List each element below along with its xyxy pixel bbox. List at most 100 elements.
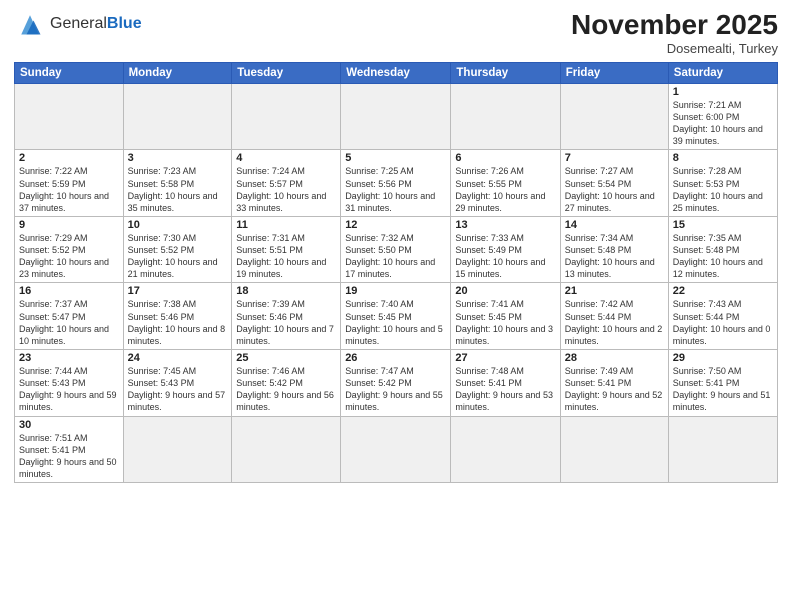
day-number: 15: [673, 219, 773, 231]
day-number: 5: [345, 152, 446, 164]
day-number: 2: [19, 152, 119, 164]
day-number: 3: [128, 152, 228, 164]
calendar-cell: 3Sunrise: 7:23 AM Sunset: 5:58 PM Daylig…: [123, 150, 232, 217]
calendar-cell: [232, 416, 341, 483]
day-number: 24: [128, 352, 228, 364]
day-info: Sunrise: 7:31 AM Sunset: 5:51 PM Dayligh…: [236, 232, 336, 281]
day-number: 11: [236, 219, 336, 231]
page: GeneralBlue November 2025 Dosemealti, Tu…: [0, 0, 792, 612]
day-info: Sunrise: 7:51 AM Sunset: 5:41 PM Dayligh…: [19, 432, 119, 481]
calendar-cell: 4Sunrise: 7:24 AM Sunset: 5:57 PM Daylig…: [232, 150, 341, 217]
day-info: Sunrise: 7:26 AM Sunset: 5:55 PM Dayligh…: [455, 165, 555, 214]
day-info: Sunrise: 7:43 AM Sunset: 5:44 PM Dayligh…: [673, 298, 773, 347]
calendar-cell: 17Sunrise: 7:38 AM Sunset: 5:46 PM Dayli…: [123, 283, 232, 350]
day-number: 23: [19, 352, 119, 364]
location-subtitle: Dosemealti, Turkey: [571, 41, 778, 56]
day-info: Sunrise: 7:22 AM Sunset: 5:59 PM Dayligh…: [19, 165, 119, 214]
calendar-cell: 12Sunrise: 7:32 AM Sunset: 5:50 PM Dayli…: [341, 216, 451, 283]
day-number: 8: [673, 152, 773, 164]
day-info: Sunrise: 7:32 AM Sunset: 5:50 PM Dayligh…: [345, 232, 446, 281]
calendar-cell: 10Sunrise: 7:30 AM Sunset: 5:52 PM Dayli…: [123, 216, 232, 283]
calendar-cell: [341, 416, 451, 483]
col-header-saturday: Saturday: [668, 62, 777, 83]
day-info: Sunrise: 7:50 AM Sunset: 5:41 PM Dayligh…: [673, 365, 773, 414]
logo: GeneralBlue: [14, 10, 142, 38]
day-info: Sunrise: 7:27 AM Sunset: 5:54 PM Dayligh…: [565, 165, 664, 214]
calendar-cell: [560, 416, 668, 483]
calendar-cell: 2Sunrise: 7:22 AM Sunset: 5:59 PM Daylig…: [15, 150, 124, 217]
calendar-header-row: SundayMondayTuesdayWednesdayThursdayFrid…: [15, 62, 778, 83]
day-number: 26: [345, 352, 446, 364]
day-number: 19: [345, 285, 446, 297]
calendar-cell: [341, 83, 451, 150]
day-number: 18: [236, 285, 336, 297]
col-header-friday: Friday: [560, 62, 668, 83]
day-info: Sunrise: 7:38 AM Sunset: 5:46 PM Dayligh…: [128, 298, 228, 347]
day-number: 1: [673, 86, 773, 98]
day-info: Sunrise: 7:30 AM Sunset: 5:52 PM Dayligh…: [128, 232, 228, 281]
logo-icon: [14, 10, 46, 38]
day-number: 21: [565, 285, 664, 297]
title-block: November 2025 Dosemealti, Turkey: [571, 10, 778, 56]
calendar-cell: [232, 83, 341, 150]
day-number: 4: [236, 152, 336, 164]
calendar-cell: [451, 83, 560, 150]
logo-blue: Blue: [107, 15, 142, 32]
day-info: Sunrise: 7:45 AM Sunset: 5:43 PM Dayligh…: [128, 365, 228, 414]
day-number: 12: [345, 219, 446, 231]
day-info: Sunrise: 7:42 AM Sunset: 5:44 PM Dayligh…: [565, 298, 664, 347]
month-title: November 2025: [571, 10, 778, 41]
day-info: Sunrise: 7:47 AM Sunset: 5:42 PM Dayligh…: [345, 365, 446, 414]
calendar-cell: 18Sunrise: 7:39 AM Sunset: 5:46 PM Dayli…: [232, 283, 341, 350]
day-number: 25: [236, 352, 336, 364]
day-info: Sunrise: 7:35 AM Sunset: 5:48 PM Dayligh…: [673, 232, 773, 281]
day-info: Sunrise: 7:33 AM Sunset: 5:49 PM Dayligh…: [455, 232, 555, 281]
day-number: 6: [455, 152, 555, 164]
calendar-cell: [668, 416, 777, 483]
calendar-week-3: 16Sunrise: 7:37 AM Sunset: 5:47 PM Dayli…: [15, 283, 778, 350]
day-number: 30: [19, 419, 119, 431]
calendar-cell: [123, 83, 232, 150]
col-header-tuesday: Tuesday: [232, 62, 341, 83]
day-info: Sunrise: 7:25 AM Sunset: 5:56 PM Dayligh…: [345, 165, 446, 214]
calendar-cell: 19Sunrise: 7:40 AM Sunset: 5:45 PM Dayli…: [341, 283, 451, 350]
day-number: 14: [565, 219, 664, 231]
day-info: Sunrise: 7:39 AM Sunset: 5:46 PM Dayligh…: [236, 298, 336, 347]
calendar-cell: 7Sunrise: 7:27 AM Sunset: 5:54 PM Daylig…: [560, 150, 668, 217]
day-info: Sunrise: 7:48 AM Sunset: 5:41 PM Dayligh…: [455, 365, 555, 414]
day-number: 29: [673, 352, 773, 364]
calendar-cell: 16Sunrise: 7:37 AM Sunset: 5:47 PM Dayli…: [15, 283, 124, 350]
calendar-cell: [560, 83, 668, 150]
day-info: Sunrise: 7:28 AM Sunset: 5:53 PM Dayligh…: [673, 165, 773, 214]
calendar-cell: 1Sunrise: 7:21 AM Sunset: 6:00 PM Daylig…: [668, 83, 777, 150]
calendar-week-4: 23Sunrise: 7:44 AM Sunset: 5:43 PM Dayli…: [15, 350, 778, 417]
calendar-cell: 9Sunrise: 7:29 AM Sunset: 5:52 PM Daylig…: [15, 216, 124, 283]
day-info: Sunrise: 7:37 AM Sunset: 5:47 PM Dayligh…: [19, 298, 119, 347]
calendar-cell: 26Sunrise: 7:47 AM Sunset: 5:42 PM Dayli…: [341, 350, 451, 417]
calendar-cell: 8Sunrise: 7:28 AM Sunset: 5:53 PM Daylig…: [668, 150, 777, 217]
calendar-cell: [451, 416, 560, 483]
calendar-cell: 24Sunrise: 7:45 AM Sunset: 5:43 PM Dayli…: [123, 350, 232, 417]
col-header-monday: Monday: [123, 62, 232, 83]
day-number: 16: [19, 285, 119, 297]
col-header-sunday: Sunday: [15, 62, 124, 83]
day-number: 10: [128, 219, 228, 231]
day-number: 9: [19, 219, 119, 231]
col-header-thursday: Thursday: [451, 62, 560, 83]
calendar-cell: 15Sunrise: 7:35 AM Sunset: 5:48 PM Dayli…: [668, 216, 777, 283]
calendar-cell: [15, 83, 124, 150]
calendar-cell: 14Sunrise: 7:34 AM Sunset: 5:48 PM Dayli…: [560, 216, 668, 283]
calendar-cell: 22Sunrise: 7:43 AM Sunset: 5:44 PM Dayli…: [668, 283, 777, 350]
col-header-wednesday: Wednesday: [341, 62, 451, 83]
calendar-week-0: 1Sunrise: 7:21 AM Sunset: 6:00 PM Daylig…: [15, 83, 778, 150]
logo-text: GeneralBlue: [50, 15, 142, 33]
day-info: Sunrise: 7:41 AM Sunset: 5:45 PM Dayligh…: [455, 298, 555, 347]
calendar-cell: 28Sunrise: 7:49 AM Sunset: 5:41 PM Dayli…: [560, 350, 668, 417]
calendar-cell: 30Sunrise: 7:51 AM Sunset: 5:41 PM Dayli…: [15, 416, 124, 483]
day-info: Sunrise: 7:46 AM Sunset: 5:42 PM Dayligh…: [236, 365, 336, 414]
calendar-cell: 29Sunrise: 7:50 AM Sunset: 5:41 PM Dayli…: [668, 350, 777, 417]
day-number: 13: [455, 219, 555, 231]
day-info: Sunrise: 7:34 AM Sunset: 5:48 PM Dayligh…: [565, 232, 664, 281]
calendar-week-5: 30Sunrise: 7:51 AM Sunset: 5:41 PM Dayli…: [15, 416, 778, 483]
calendar-cell: 21Sunrise: 7:42 AM Sunset: 5:44 PM Dayli…: [560, 283, 668, 350]
